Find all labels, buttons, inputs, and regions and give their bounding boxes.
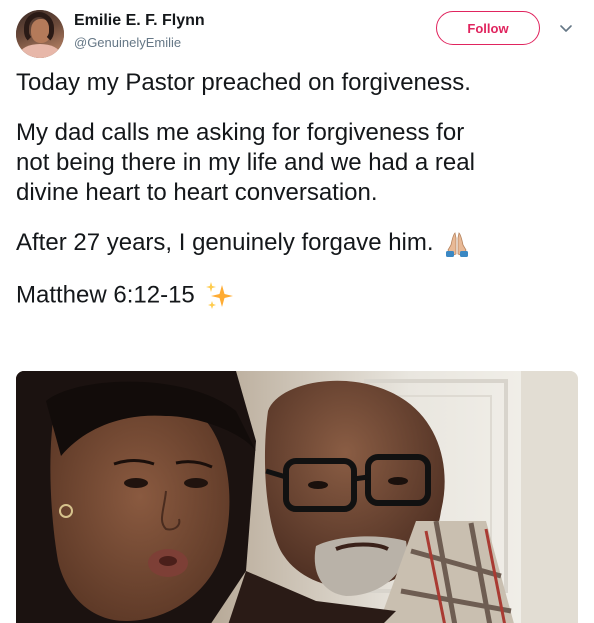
tweet-line: not being there in my life and we had a … <box>16 149 475 176</box>
user-handle[interactable]: @GenuinelyEmilie <box>74 35 181 50</box>
follow-button[interactable]: Follow <box>436 11 540 45</box>
chevron-down-icon[interactable] <box>556 18 576 38</box>
tweet-header: Emilie E. F. Flynn @GenuinelyEmilie Foll… <box>16 8 586 58</box>
sparkles-icon <box>205 281 233 309</box>
tweet-line: Matthew 6:12-15 <box>16 281 195 308</box>
tweet-line: My dad calls me asking for forgiveness f… <box>16 119 465 146</box>
avatar[interactable] <box>16 10 64 58</box>
tweet-text: Today my Pastor preached on forgiveness.… <box>16 68 576 333</box>
tweet-line: After 27 years, I genuinely forgave him. <box>16 229 434 256</box>
tweet-card: Emilie E. F. Flynn @GenuinelyEmilie Foll… <box>0 0 594 623</box>
folded-hands-icon <box>445 231 468 257</box>
tweet-line-with-emoji: After 27 years, I genuinely forgave him. <box>16 228 576 259</box>
tweet-photo[interactable] <box>16 371 578 623</box>
user-display-name[interactable]: Emilie E. F. Flynn <box>74 12 205 30</box>
tweet-line: Today my Pastor preached on forgiveness. <box>16 69 471 96</box>
tweet-line: divine heart to heart conversation. <box>16 179 378 206</box>
tweet-line-with-emoji: Matthew 6:12-15 <box>16 279 576 313</box>
